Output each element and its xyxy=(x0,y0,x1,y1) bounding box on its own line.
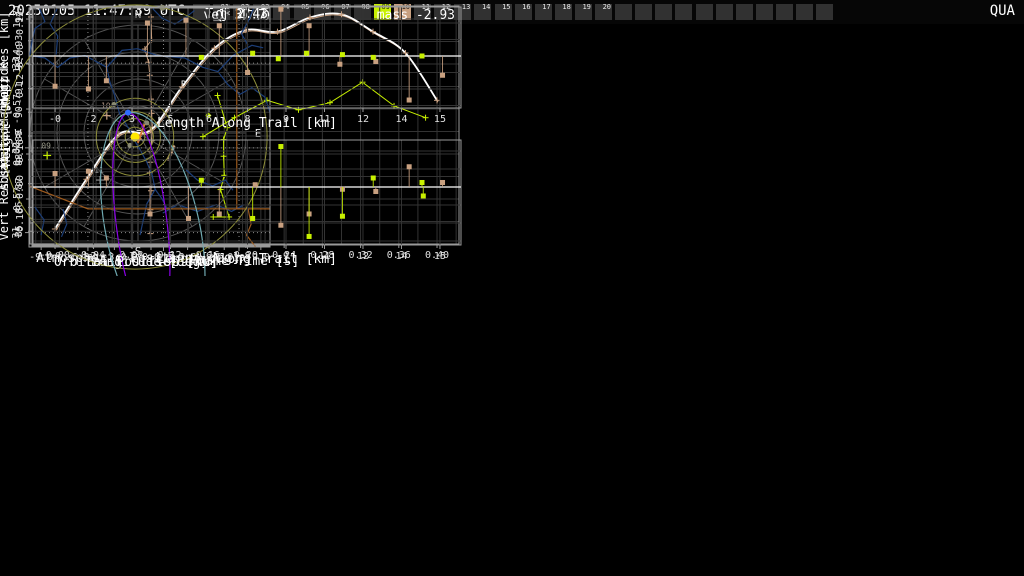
y-tick-label: 0.16 xyxy=(15,139,26,163)
frame-number: 19 xyxy=(582,3,591,11)
x-tick-label: 15 xyxy=(434,251,446,262)
trail-residuals-charts: -0 2 3 5 6 8 9 11 12 14 150.120.00-0.12Length Alon… xyxy=(0,6,462,267)
series-station-09 xyxy=(198,144,426,239)
frame-thumbnail[interactable] xyxy=(775,4,793,20)
x-tick-label: 12 xyxy=(357,251,369,262)
frame-number: 18 xyxy=(562,3,571,11)
x-tick-label: 12 xyxy=(357,114,369,125)
frame-thumbnail-15[interactable]: 15 xyxy=(494,3,512,20)
frame-number: 20 xyxy=(602,3,611,11)
x-tick-label: -0 xyxy=(49,114,61,125)
grid-lines xyxy=(33,7,461,108)
x-tick-label: 15 xyxy=(434,114,446,125)
frame-thumbnail[interactable] xyxy=(635,4,653,20)
frame-thumbnail-16[interactable]: 16 xyxy=(514,3,532,20)
frame-thumbnail[interactable] xyxy=(615,4,633,20)
x-tick-label: 2 xyxy=(91,251,97,262)
frame-thumbnail-20[interactable]: 20 xyxy=(595,3,612,20)
frame-thumbnail[interactable] xyxy=(816,4,834,20)
frame-number: 14 xyxy=(481,3,491,11)
x-tick-label: 14 xyxy=(395,114,407,125)
frame-number: 17 xyxy=(542,3,551,11)
x-axis-label: Length Along Trail [km] xyxy=(157,116,337,131)
meteor-analysis-screen: 20250105 11:47:39 UTC 010203040506070809… xyxy=(0,0,1024,576)
x-tick-label: 3 xyxy=(129,251,135,262)
frame-thumbnail[interactable] xyxy=(655,4,673,20)
frame-thumbnail[interactable] xyxy=(755,4,773,20)
station-code: QUA xyxy=(989,3,1015,19)
y-tick-label: 0.00 xyxy=(15,44,26,68)
x-tick-label: 3 xyxy=(129,114,135,125)
frame-thumbnail[interactable] xyxy=(796,4,813,20)
frame-thumbnail-18[interactable]: 18 xyxy=(554,3,572,20)
frame-thumbnail-19[interactable]: 19 xyxy=(574,3,592,20)
frame-thumbnail[interactable] xyxy=(715,4,733,20)
x-tick-label: 14 xyxy=(395,251,407,262)
y-tick-label: -0.16 xyxy=(15,208,26,238)
frame-thumbnail-17[interactable]: 17 xyxy=(534,3,552,20)
y-tick-label: -0.12 xyxy=(15,74,26,104)
y-axis-label: Vert Res [km] xyxy=(0,147,11,241)
y-axis-label: Horz Res [km] xyxy=(0,12,11,106)
series-station-10 xyxy=(52,164,446,228)
plot-border xyxy=(32,6,462,109)
y-tick-label: 0.00 xyxy=(15,175,26,199)
plot-border xyxy=(32,139,462,246)
grid-lines xyxy=(33,140,461,245)
frame-thumbnail[interactable] xyxy=(675,4,693,20)
x-axis-label: Length Along Trail [km] xyxy=(157,252,337,267)
frame-number: 16 xyxy=(522,3,531,11)
frame-thumbnail[interactable] xyxy=(695,4,713,20)
frame-thumbnail[interactable] xyxy=(735,4,753,20)
x-tick-label: -0 xyxy=(49,251,61,262)
x-tick-label: 2 xyxy=(91,114,97,125)
series-station-10 xyxy=(52,6,446,103)
frame-thumbnail-14[interactable]: 14 xyxy=(474,3,492,20)
frame-number: 15 xyxy=(502,3,511,11)
y-tick-label: 0.12 xyxy=(15,11,26,35)
